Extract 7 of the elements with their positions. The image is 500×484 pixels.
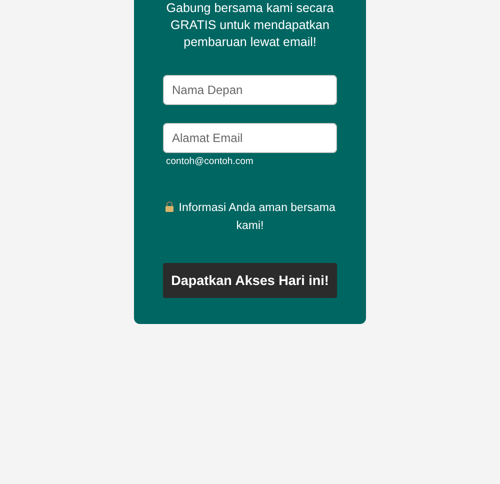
privacy-note: Informasi Anda aman bersama kami! [178, 202, 336, 232]
input-field[interactable]: Alamat Email [163, 123, 337, 153]
field-hint: contoh@contoh.com [165, 156, 254, 167]
submit-button[interactable]: Dapatkan Akses Hari ini! [163, 263, 337, 298]
input-field[interactable]: Nama Depan [163, 75, 337, 105]
padlock-icon [164, 201, 174, 212]
intro-text: Gabung bersama kami secara GRATIS untuk mendapatkan pembaruan lewat email! [165, 0, 335, 51]
